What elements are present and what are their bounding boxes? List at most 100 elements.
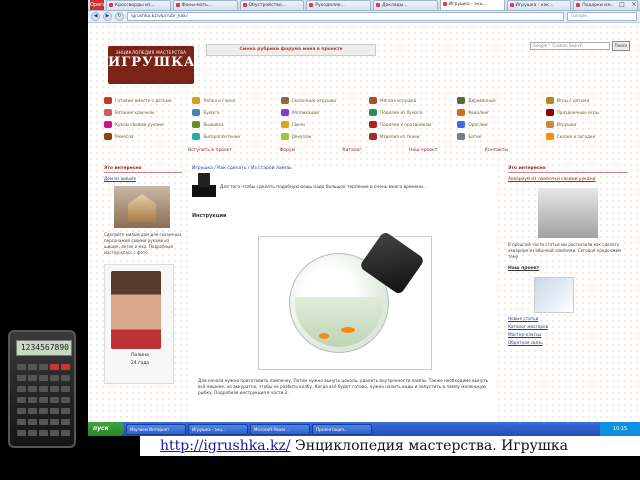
sidebar-article-link[interactable]: Аквариум из лампочки своими руками	[508, 177, 628, 182]
category-item[interactable]: Свечи	[280, 118, 369, 130]
category-item[interactable]: Бисероплетение	[192, 130, 280, 142]
category-item[interactable]: Куклы своими руками	[104, 118, 192, 130]
category-item[interactable]: Игры с детьми	[545, 94, 634, 106]
ad-age: 24 года	[130, 361, 150, 366]
ad-block[interactable]: Полина 24 года	[104, 264, 174, 384]
breadcrumb[interactable]: Игрушка / Как сделать / Из старой лампы	[192, 166, 498, 171]
category-item[interactable]: Изделия из ткани	[369, 130, 457, 142]
site-logo[interactable]: ЭНЦИКЛОПЕДИЯ МАСТЕРСТВА ИГРУШКА	[108, 46, 194, 84]
browser-tab[interactable]: Фоны-мать...	[172, 0, 238, 10]
category-icon	[104, 120, 112, 128]
subnav-link[interactable]: Наш проект	[409, 148, 437, 156]
category-label: Куклы своими руками	[115, 121, 164, 127]
taskbar-item[interactable]: Игрушка - энц...	[188, 423, 248, 435]
taskbar-item[interactable]: Microsoft Power...	[250, 423, 310, 435]
calculator-key	[39, 408, 48, 414]
tab-bar: Opera Кроссворды из... Фоны-мать... Обус…	[88, 0, 640, 11]
subnav-link[interactable]: Форум	[280, 148, 296, 156]
opera-menu-button[interactable]: Opera	[90, 0, 105, 10]
close-icon[interactable]: ×	[628, 0, 640, 9]
browser-tab[interactable]: Игрушка - как...	[506, 0, 572, 10]
browser-tab[interactable]: Доклады...	[373, 0, 438, 10]
sidebar-link[interactable]: Новые статьи	[508, 316, 628, 321]
lightbulb-aquarium-image[interactable]	[258, 230, 432, 370]
calculator-key	[61, 430, 70, 436]
category-icon	[545, 120, 554, 128]
calculator-key	[17, 375, 26, 381]
category-label: Готовим вместе с детьми	[115, 97, 172, 103]
sidebar-article-link[interactable]: Дом из шишек	[104, 176, 182, 181]
browser-tab[interactable]: Кроссворды из...	[106, 0, 171, 10]
taskbar-item[interactable]: Презентация...	[312, 423, 372, 435]
category-item[interactable]: Деревянные	[457, 94, 545, 106]
browser-search-field[interactable]: Google	[567, 12, 637, 21]
caption-text: Энциклопедия мастерства. Игрушка	[290, 438, 568, 454]
sidebar-article-image[interactable]	[538, 188, 598, 238]
category-item[interactable]: Игрушки	[545, 118, 634, 130]
sidebar-heading: Это интересно	[104, 166, 182, 173]
sidebar-link[interactable]: Каталог мастеров	[508, 324, 628, 329]
category-item[interactable]: Поделки к праздникам	[369, 118, 457, 130]
calculator-key	[50, 408, 59, 414]
category-item[interactable]: Лепка и глина	[192, 94, 280, 106]
category-label: Поделки из бумаги	[380, 109, 423, 115]
minimize-icon[interactable]: –	[604, 0, 616, 9]
taskbar-item[interactable]: Изучаем Интернет	[126, 423, 186, 435]
category-item[interactable]: Поделки из бумаги	[369, 106, 457, 118]
forward-icon[interactable]: ▶	[103, 12, 112, 21]
reload-icon[interactable]: ↻	[115, 12, 124, 21]
site-search-input[interactable]: Google™ Custom Search	[530, 42, 610, 50]
maximize-icon[interactable]: □	[616, 0, 628, 9]
subnav-link[interactable]: Вступить в проект	[188, 148, 232, 156]
browser-tab[interactable]: Рукоделие...	[306, 0, 371, 10]
category-item[interactable]: Ремёсла	[104, 130, 192, 142]
site-search-button[interactable]: Поиск	[612, 41, 630, 51]
taskbar-clock: 10:15	[600, 422, 640, 436]
category-item[interactable]: Батик	[457, 130, 545, 142]
category-icon	[545, 132, 554, 140]
presentation-slide: Opera Кроссворды из... Фоны-мать... Обус…	[0, 0, 640, 480]
cone-house-image[interactable]	[114, 186, 170, 228]
category-item[interactable]: Декупаж	[280, 130, 369, 142]
sidebar-heading-2: Наш проект	[508, 266, 540, 271]
url-field[interactable]: igrushka.kz/vip/rubr_kak/	[127, 12, 564, 21]
category-label: Вязание крючком	[115, 109, 154, 115]
subnav-link[interactable]: Каталог	[342, 148, 361, 156]
category-item[interactable]: Аппликации	[280, 106, 369, 118]
category-item[interactable]: Бумага	[192, 106, 280, 118]
category-item[interactable]: Вышивка	[192, 118, 280, 130]
calculator-key	[61, 408, 70, 414]
category-label: Мягкая игрушка	[380, 97, 417, 103]
category-label: Игрушки	[556, 121, 577, 127]
category-label: Деревянные	[468, 97, 496, 103]
category-item[interactable]: Сказки и загадки	[545, 130, 634, 142]
sidebar-link[interactable]: Мастер-классы	[508, 332, 628, 337]
main-content: Игрушка / Как сделать / Из старой лампы …	[192, 166, 498, 436]
back-icon[interactable]: ◀	[91, 12, 100, 21]
browser-tab-active[interactable]: Игрушка - энц...	[439, 0, 505, 10]
subnav-link[interactable]: Контакты	[485, 148, 508, 156]
caption-link[interactable]: http://igrushka.kz/	[160, 438, 291, 454]
category-item[interactable]: Мягкая игрушка	[369, 94, 457, 106]
category-label: Оригами	[468, 121, 488, 127]
calculator-key	[28, 397, 37, 403]
category-item[interactable]: Вязание крючком	[104, 106, 192, 118]
header-banner[interactable]: Смена рубрики форума меня в проекте	[206, 44, 376, 56]
calculator-key	[39, 364, 48, 370]
sidebar-heading: Это интересно	[508, 166, 628, 173]
start-button[interactable]: пуск	[88, 422, 124, 436]
sidebar-thumbnail[interactable]	[534, 277, 574, 313]
category-item[interactable]: Сказочные игрушки	[280, 94, 369, 106]
browser-window: Opera Кроссворды из... Фоны-мать... Обус…	[88, 0, 640, 436]
category-item[interactable]: Квиллинг	[457, 106, 545, 118]
category-item[interactable]: Готовим вместе с детьми	[104, 94, 192, 106]
logo-title: ИГРУШКА	[108, 55, 196, 70]
category-item[interactable]: Оригами	[457, 118, 545, 130]
category-item[interactable]: Праздничные игры	[545, 106, 634, 118]
browser-tab[interactable]: Обустройство...	[239, 0, 305, 10]
calculator-key	[61, 397, 70, 403]
calculator-key	[39, 386, 48, 392]
sidebar-link[interactable]: Обратная связь	[508, 340, 628, 345]
calculator-key	[28, 364, 37, 370]
sidebar-article-text: В прошлой части статьи мы рассказали как…	[508, 242, 622, 259]
